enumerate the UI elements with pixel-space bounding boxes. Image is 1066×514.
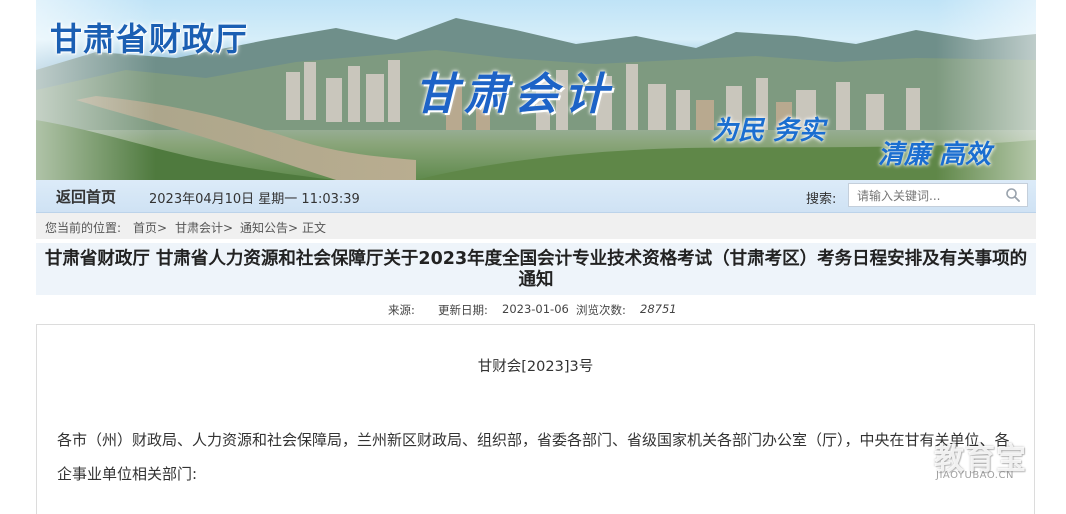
search-box: [848, 183, 1028, 207]
update-date-label: 更新日期:: [438, 303, 488, 317]
breadcrumb: 您当前的位置: 首页> 甘肃会计> 通知公告> 正文: [36, 213, 1036, 239]
breadcrumb-accounting[interactable]: 甘肃会计>: [175, 219, 233, 236]
breadcrumb-notices[interactable]: 通知公告>: [240, 219, 298, 236]
banner-slogan-service: 为民 务实: [712, 116, 826, 146]
top-nav-bar: 返回首页 2023年04月10日 星期一 11:03:39 搜索:: [36, 180, 1036, 213]
view-count-label: 浏览次数:: [576, 303, 626, 317]
search-label: 搜索:: [806, 192, 837, 207]
search-input[interactable]: [855, 187, 1009, 205]
article-paragraph: 各市（州）财政局、人力资源和社会保障局，兰州新区财政局、组织部，省委各部门、省级…: [57, 431, 1010, 483]
breadcrumb-prefix: 您当前的位置:: [45, 221, 122, 235]
watermark-logo: 教育宝 JIAOYUBAO.CN: [934, 434, 1052, 488]
article-title: 甘肃省财政厅 甘肃省人力资源和社会保障厅关于2023年度全国会计专业技术资格考试…: [44, 249, 1028, 290]
document-number: 甘财会[2023]3号: [477, 359, 594, 375]
breadcrumb-current: 正文: [302, 221, 327, 235]
article-meta: 来源: 更新日期: 2023-01-06 浏览次数: 28751: [36, 300, 1036, 318]
search-icon[interactable]: [1005, 187, 1021, 203]
article-content: 甘财会[2023]3号 各市（州）财政局、人力资源和社会保障局，兰州新区财政局、…: [36, 324, 1035, 514]
article-title-bar: 甘肃省财政厅 甘肃省人力资源和社会保障厅关于2023年度全国会计专业技术资格考试…: [36, 243, 1036, 295]
breadcrumb-home[interactable]: 首页>: [133, 219, 167, 236]
watermark-url: JIAOYUBAO.CN: [936, 470, 1014, 481]
update-date: 2023-01-06: [502, 302, 569, 316]
site-title: 甘肃省财政厅: [50, 21, 249, 57]
current-datetime: 2023年04月10日 星期一 11:03:39: [149, 192, 360, 207]
home-link[interactable]: 返回首页: [56, 186, 116, 207]
banner-slogan-main: 甘肃会计: [414, 70, 614, 119]
site-banner: 甘肃省财政厅 甘肃会计 为民 务实 清廉 高效: [36, 0, 1036, 180]
view-count: 28751: [640, 302, 677, 316]
source-label: 来源:: [388, 303, 415, 317]
banner-slogan-integrity: 清廉 高效: [878, 140, 992, 170]
